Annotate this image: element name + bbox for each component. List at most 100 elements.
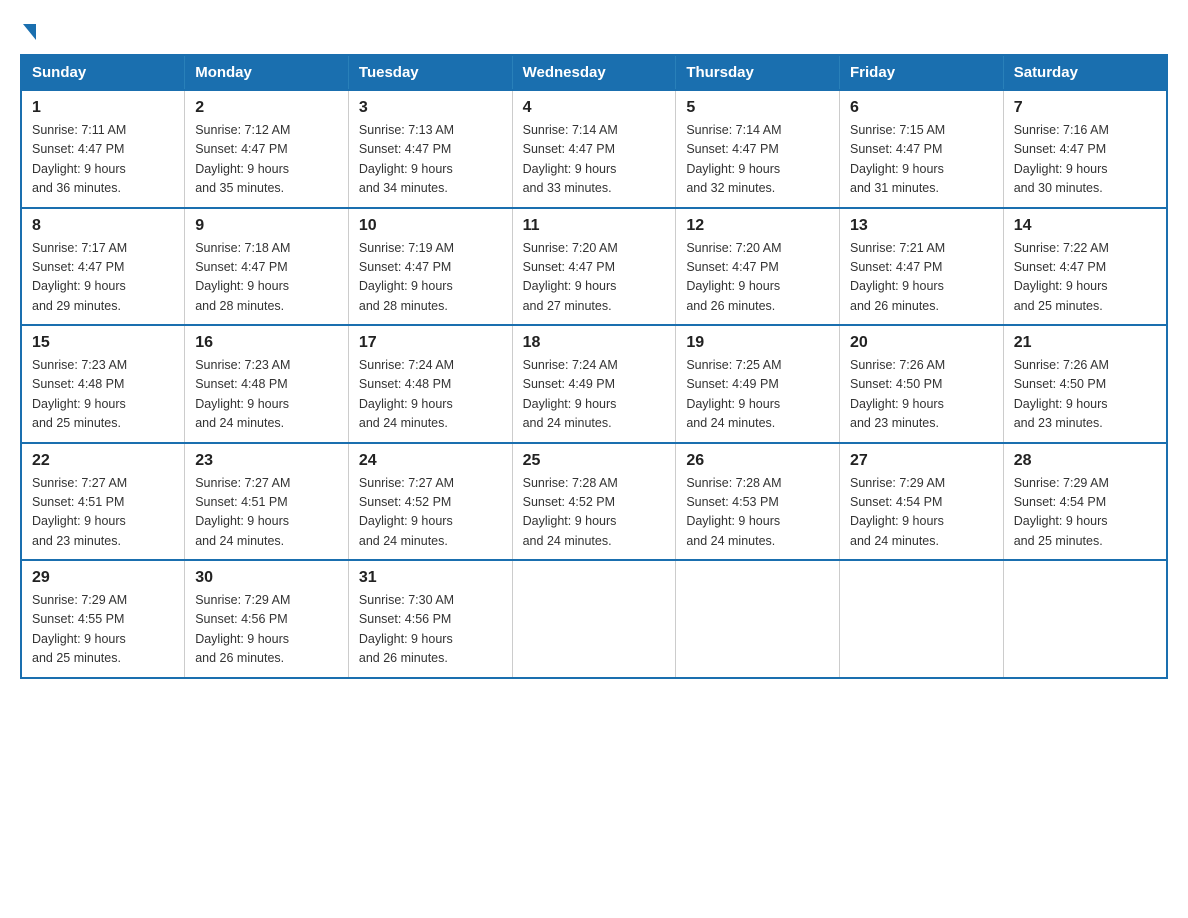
column-header-thursday: Thursday bbox=[676, 55, 840, 90]
calendar-cell: 7 Sunrise: 7:16 AM Sunset: 4:47 PM Dayli… bbox=[1003, 90, 1167, 208]
day-number: 8 bbox=[32, 217, 174, 235]
calendar-week-row: 29 Sunrise: 7:29 AM Sunset: 4:55 PM Dayl… bbox=[21, 560, 1167, 678]
day-info: Sunrise: 7:26 AM Sunset: 4:50 PM Dayligh… bbox=[850, 356, 993, 434]
calendar-cell: 19 Sunrise: 7:25 AM Sunset: 4:49 PM Dayl… bbox=[676, 325, 840, 443]
calendar-cell: 1 Sunrise: 7:11 AM Sunset: 4:47 PM Dayli… bbox=[21, 90, 185, 208]
calendar-cell: 6 Sunrise: 7:15 AM Sunset: 4:47 PM Dayli… bbox=[840, 90, 1004, 208]
calendar-cell: 10 Sunrise: 7:19 AM Sunset: 4:47 PM Dayl… bbox=[348, 208, 512, 326]
day-number: 28 bbox=[1014, 452, 1156, 470]
column-header-sunday: Sunday bbox=[21, 55, 185, 90]
calendar-cell: 3 Sunrise: 7:13 AM Sunset: 4:47 PM Dayli… bbox=[348, 90, 512, 208]
day-info: Sunrise: 7:29 AM Sunset: 4:54 PM Dayligh… bbox=[1014, 474, 1156, 552]
calendar-cell bbox=[1003, 560, 1167, 678]
logo-arrow-icon bbox=[23, 24, 36, 40]
day-number: 23 bbox=[195, 452, 338, 470]
logo bbox=[20, 20, 36, 36]
day-number: 15 bbox=[32, 334, 174, 352]
day-number: 16 bbox=[195, 334, 338, 352]
day-number: 11 bbox=[523, 217, 666, 235]
day-info: Sunrise: 7:11 AM Sunset: 4:47 PM Dayligh… bbox=[32, 121, 174, 199]
day-info: Sunrise: 7:20 AM Sunset: 4:47 PM Dayligh… bbox=[686, 239, 829, 317]
day-number: 12 bbox=[686, 217, 829, 235]
day-info: Sunrise: 7:20 AM Sunset: 4:47 PM Dayligh… bbox=[523, 239, 666, 317]
calendar-week-row: 22 Sunrise: 7:27 AM Sunset: 4:51 PM Dayl… bbox=[21, 443, 1167, 561]
column-header-saturday: Saturday bbox=[1003, 55, 1167, 90]
calendar-cell: 9 Sunrise: 7:18 AM Sunset: 4:47 PM Dayli… bbox=[185, 208, 349, 326]
day-number: 1 bbox=[32, 99, 174, 117]
day-number: 26 bbox=[686, 452, 829, 470]
calendar-cell: 30 Sunrise: 7:29 AM Sunset: 4:56 PM Dayl… bbox=[185, 560, 349, 678]
column-header-tuesday: Tuesday bbox=[348, 55, 512, 90]
day-number: 6 bbox=[850, 99, 993, 117]
day-number: 29 bbox=[32, 569, 174, 587]
day-info: Sunrise: 7:26 AM Sunset: 4:50 PM Dayligh… bbox=[1014, 356, 1156, 434]
day-info: Sunrise: 7:30 AM Sunset: 4:56 PM Dayligh… bbox=[359, 591, 502, 669]
day-info: Sunrise: 7:27 AM Sunset: 4:52 PM Dayligh… bbox=[359, 474, 502, 552]
day-info: Sunrise: 7:13 AM Sunset: 4:47 PM Dayligh… bbox=[359, 121, 502, 199]
calendar-cell: 20 Sunrise: 7:26 AM Sunset: 4:50 PM Dayl… bbox=[840, 325, 1004, 443]
calendar-cell: 24 Sunrise: 7:27 AM Sunset: 4:52 PM Dayl… bbox=[348, 443, 512, 561]
calendar-cell: 27 Sunrise: 7:29 AM Sunset: 4:54 PM Dayl… bbox=[840, 443, 1004, 561]
day-number: 9 bbox=[195, 217, 338, 235]
day-info: Sunrise: 7:27 AM Sunset: 4:51 PM Dayligh… bbox=[195, 474, 338, 552]
day-number: 30 bbox=[195, 569, 338, 587]
day-info: Sunrise: 7:21 AM Sunset: 4:47 PM Dayligh… bbox=[850, 239, 993, 317]
calendar-cell bbox=[840, 560, 1004, 678]
day-info: Sunrise: 7:14 AM Sunset: 4:47 PM Dayligh… bbox=[686, 121, 829, 199]
day-number: 31 bbox=[359, 569, 502, 587]
day-info: Sunrise: 7:12 AM Sunset: 4:47 PM Dayligh… bbox=[195, 121, 338, 199]
day-number: 20 bbox=[850, 334, 993, 352]
calendar-header-row: SundayMondayTuesdayWednesdayThursdayFrid… bbox=[21, 55, 1167, 90]
calendar-cell: 25 Sunrise: 7:28 AM Sunset: 4:52 PM Dayl… bbox=[512, 443, 676, 561]
day-number: 5 bbox=[686, 99, 829, 117]
day-number: 7 bbox=[1014, 99, 1156, 117]
day-number: 13 bbox=[850, 217, 993, 235]
calendar-cell: 22 Sunrise: 7:27 AM Sunset: 4:51 PM Dayl… bbox=[21, 443, 185, 561]
page-header bbox=[20, 20, 1168, 36]
calendar-week-row: 15 Sunrise: 7:23 AM Sunset: 4:48 PM Dayl… bbox=[21, 325, 1167, 443]
calendar-cell: 21 Sunrise: 7:26 AM Sunset: 4:50 PM Dayl… bbox=[1003, 325, 1167, 443]
day-number: 22 bbox=[32, 452, 174, 470]
day-info: Sunrise: 7:18 AM Sunset: 4:47 PM Dayligh… bbox=[195, 239, 338, 317]
day-number: 19 bbox=[686, 334, 829, 352]
calendar-cell: 17 Sunrise: 7:24 AM Sunset: 4:48 PM Dayl… bbox=[348, 325, 512, 443]
calendar-cell: 13 Sunrise: 7:21 AM Sunset: 4:47 PM Dayl… bbox=[840, 208, 1004, 326]
day-number: 14 bbox=[1014, 217, 1156, 235]
calendar-cell bbox=[676, 560, 840, 678]
day-info: Sunrise: 7:28 AM Sunset: 4:53 PM Dayligh… bbox=[686, 474, 829, 552]
calendar-cell: 15 Sunrise: 7:23 AM Sunset: 4:48 PM Dayl… bbox=[21, 325, 185, 443]
day-number: 2 bbox=[195, 99, 338, 117]
day-info: Sunrise: 7:22 AM Sunset: 4:47 PM Dayligh… bbox=[1014, 239, 1156, 317]
day-info: Sunrise: 7:14 AM Sunset: 4:47 PM Dayligh… bbox=[523, 121, 666, 199]
calendar-cell: 23 Sunrise: 7:27 AM Sunset: 4:51 PM Dayl… bbox=[185, 443, 349, 561]
calendar-cell: 26 Sunrise: 7:28 AM Sunset: 4:53 PM Dayl… bbox=[676, 443, 840, 561]
day-number: 3 bbox=[359, 99, 502, 117]
calendar-cell: 4 Sunrise: 7:14 AM Sunset: 4:47 PM Dayli… bbox=[512, 90, 676, 208]
calendar-cell bbox=[512, 560, 676, 678]
column-header-friday: Friday bbox=[840, 55, 1004, 90]
day-info: Sunrise: 7:17 AM Sunset: 4:47 PM Dayligh… bbox=[32, 239, 174, 317]
day-info: Sunrise: 7:15 AM Sunset: 4:47 PM Dayligh… bbox=[850, 121, 993, 199]
calendar-cell: 16 Sunrise: 7:23 AM Sunset: 4:48 PM Dayl… bbox=[185, 325, 349, 443]
day-info: Sunrise: 7:16 AM Sunset: 4:47 PM Dayligh… bbox=[1014, 121, 1156, 199]
calendar-cell: 11 Sunrise: 7:20 AM Sunset: 4:47 PM Dayl… bbox=[512, 208, 676, 326]
calendar-cell: 18 Sunrise: 7:24 AM Sunset: 4:49 PM Dayl… bbox=[512, 325, 676, 443]
column-header-monday: Monday bbox=[185, 55, 349, 90]
day-number: 27 bbox=[850, 452, 993, 470]
calendar-week-row: 8 Sunrise: 7:17 AM Sunset: 4:47 PM Dayli… bbox=[21, 208, 1167, 326]
calendar-cell: 5 Sunrise: 7:14 AM Sunset: 4:47 PM Dayli… bbox=[676, 90, 840, 208]
calendar-cell: 8 Sunrise: 7:17 AM Sunset: 4:47 PM Dayli… bbox=[21, 208, 185, 326]
day-number: 25 bbox=[523, 452, 666, 470]
calendar-cell: 28 Sunrise: 7:29 AM Sunset: 4:54 PM Dayl… bbox=[1003, 443, 1167, 561]
calendar-week-row: 1 Sunrise: 7:11 AM Sunset: 4:47 PM Dayli… bbox=[21, 90, 1167, 208]
day-info: Sunrise: 7:29 AM Sunset: 4:55 PM Dayligh… bbox=[32, 591, 174, 669]
calendar-cell: 14 Sunrise: 7:22 AM Sunset: 4:47 PM Dayl… bbox=[1003, 208, 1167, 326]
day-info: Sunrise: 7:28 AM Sunset: 4:52 PM Dayligh… bbox=[523, 474, 666, 552]
day-info: Sunrise: 7:29 AM Sunset: 4:56 PM Dayligh… bbox=[195, 591, 338, 669]
calendar-cell: 12 Sunrise: 7:20 AM Sunset: 4:47 PM Dayl… bbox=[676, 208, 840, 326]
column-header-wednesday: Wednesday bbox=[512, 55, 676, 90]
calendar-table: SundayMondayTuesdayWednesdayThursdayFrid… bbox=[20, 54, 1168, 679]
day-number: 17 bbox=[359, 334, 502, 352]
day-info: Sunrise: 7:23 AM Sunset: 4:48 PM Dayligh… bbox=[195, 356, 338, 434]
day-number: 10 bbox=[359, 217, 502, 235]
